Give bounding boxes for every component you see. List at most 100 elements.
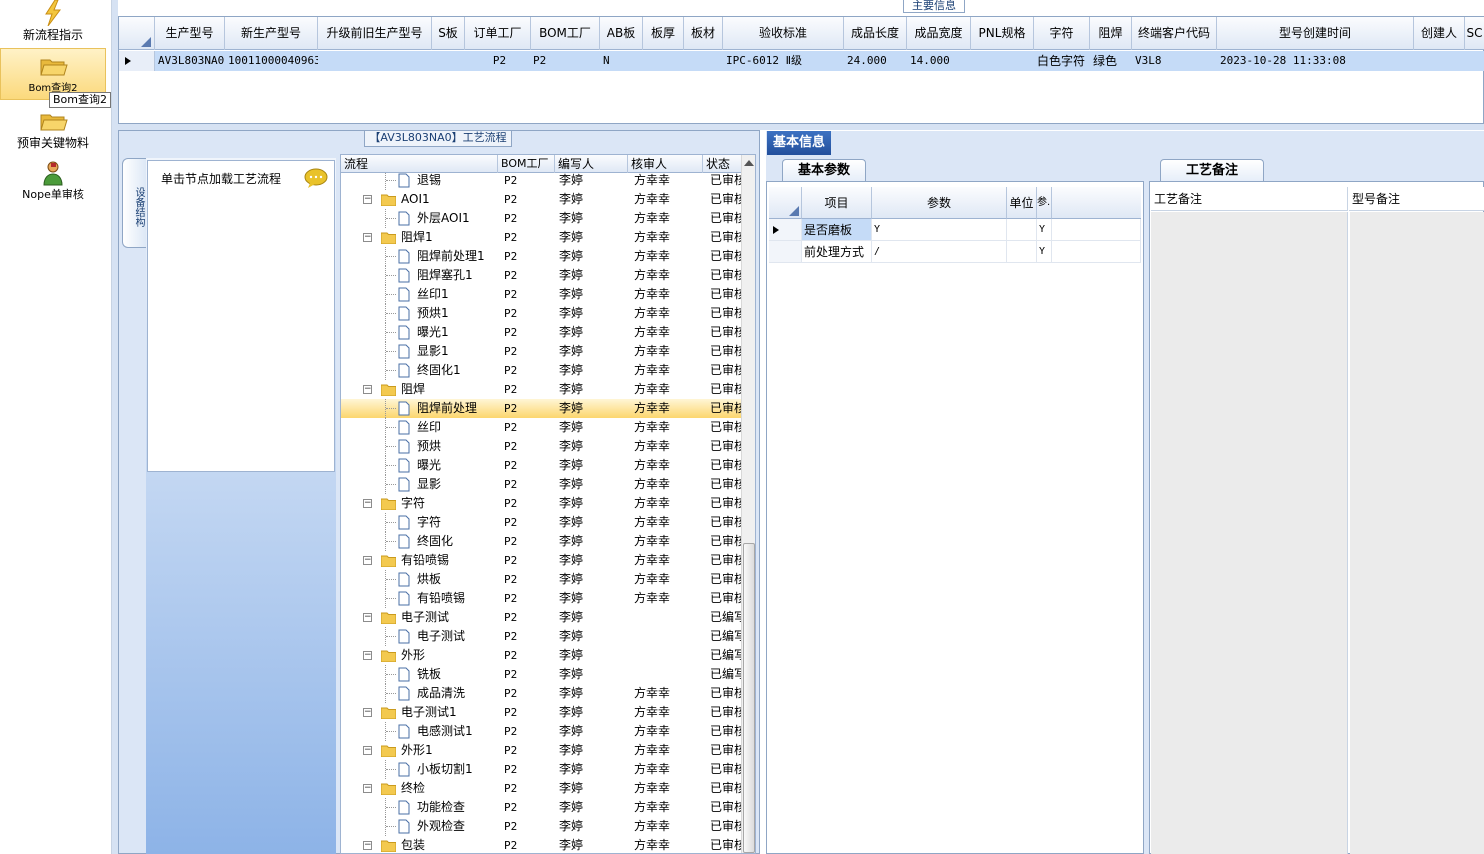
- collapse-icon[interactable]: −: [363, 613, 372, 622]
- col-header[interactable]: 成品长度: [844, 17, 907, 50]
- tree-row[interactable]: 有铅喷锡 P2 李婷 方幸幸 已审核: [341, 589, 743, 608]
- tree-row[interactable]: − 阻焊 P2 李婷 方幸幸 已审核: [341, 380, 743, 399]
- tree-row[interactable]: 曝光1 P2 李婷 方幸幸 已审核: [341, 323, 743, 342]
- tab-process-notes[interactable]: 工艺备注: [1160, 159, 1264, 181]
- col-header[interactable]: 流程: [341, 155, 498, 173]
- col-header[interactable]: 项目: [802, 187, 872, 219]
- tree-row[interactable]: 终固化 P2 李婷 方幸幸 已审核: [341, 532, 743, 551]
- col-header[interactable]: 型号创建时间: [1217, 17, 1414, 50]
- nav-item-prereview-materials[interactable]: 预审关键物料: [0, 108, 106, 154]
- cell-flag[interactable]: Y: [1037, 241, 1052, 263]
- col-header[interactable]: 参..: [1037, 187, 1052, 219]
- tree-row[interactable]: − 字符 P2 李婷 方幸幸 已审核: [341, 494, 743, 513]
- vertical-scrollbar[interactable]: [741, 155, 755, 853]
- collapse-icon[interactable]: −: [363, 233, 372, 242]
- tree-row[interactable]: 小板切割1 P2 李婷 方幸幸 已审核: [341, 760, 743, 779]
- col-header[interactable]: 板材: [684, 17, 723, 50]
- tree-row[interactable]: − 有铅喷锡 P2 李婷 方幸幸 已审核: [341, 551, 743, 570]
- col-header[interactable]: 成品宽度: [907, 17, 971, 50]
- cell-param[interactable]: /: [872, 241, 1007, 263]
- col-header[interactable]: 参数: [872, 187, 1007, 219]
- tree-row[interactable]: 显影1 P2 李婷 方幸幸 已审核: [341, 342, 743, 361]
- document-icon: [398, 762, 410, 777]
- tree-row[interactable]: 阻焊前处理1 P2 李婷 方幸幸 已审核: [341, 247, 743, 266]
- cell-empty: [1052, 219, 1141, 241]
- col-header[interactable]: 单位: [1007, 187, 1037, 219]
- tree-row[interactable]: − 外形1 P2 李婷 方幸幸 已审核: [341, 741, 743, 760]
- col-header[interactable]: 验收标准: [723, 17, 844, 50]
- tree-row[interactable]: 电感测试1 P2 李婷 方幸幸 已审核: [341, 722, 743, 741]
- cell-writer: 李婷: [559, 477, 584, 491]
- cell-item[interactable]: 是否磨板: [802, 219, 872, 241]
- cell-item[interactable]: 前处理方式: [802, 241, 872, 263]
- nav-item-nope-review[interactable]: Nope单审核: [0, 160, 106, 206]
- col-header[interactable]: SC: [1465, 17, 1484, 50]
- col-header[interactable]: 升级前旧生产型号: [318, 17, 432, 50]
- tree-row[interactable]: 预烘1 P2 李婷 方幸幸 已审核: [341, 304, 743, 323]
- col-header[interactable]: 编写人: [555, 155, 628, 173]
- tab-main-info[interactable]: 主要信息: [903, 0, 965, 13]
- collapse-icon[interactable]: −: [363, 499, 372, 508]
- collapse-icon[interactable]: −: [363, 556, 372, 565]
- col-header[interactable]: 核审人: [628, 155, 703, 173]
- tab-basic-info[interactable]: 基本信息: [767, 131, 831, 155]
- tree-row[interactable]: − 包装 P2 李婷 方幸幸 已审核: [341, 836, 743, 853]
- tree-row[interactable]: − AOI1 P2 李婷 方幸幸 已审核: [341, 190, 743, 209]
- nav-item-new-process[interactable]: 新流程指示: [0, 0, 106, 46]
- collapse-icon[interactable]: −: [363, 385, 372, 394]
- speech-bubble-icon[interactable]: [304, 168, 328, 188]
- col-header[interactable]: 状态: [703, 155, 743, 173]
- tree-row[interactable]: − 电子测试1 P2 李婷 方幸幸 已审核: [341, 703, 743, 722]
- col-header[interactable]: BOM工厂: [498, 155, 555, 173]
- tab-basic-params[interactable]: 基本参数: [782, 159, 866, 181]
- col-header[interactable]: 字符: [1034, 17, 1090, 50]
- col-header[interactable]: AB板: [600, 17, 643, 50]
- collapse-icon[interactable]: −: [363, 708, 372, 717]
- tree-row[interactable]: 成品清洗 P2 李婷 方幸幸 已审核: [341, 684, 743, 703]
- tree-row[interactable]: 铣板 P2 李婷 已编写: [341, 665, 743, 684]
- tree-row[interactable]: 烘板 P2 李婷 方幸幸 已审核: [341, 570, 743, 589]
- col-header[interactable]: 新生产型号: [225, 17, 318, 50]
- tree-row[interactable]: − 终检 P2 李婷 方幸幸 已审核: [341, 779, 743, 798]
- cell-flag[interactable]: Y: [1037, 219, 1052, 241]
- col-header[interactable]: 板厚: [643, 17, 684, 50]
- col-header[interactable]: 终端客户代码: [1132, 17, 1217, 50]
- collapse-icon[interactable]: −: [363, 784, 372, 793]
- col-header[interactable]: PNL规格: [971, 17, 1034, 50]
- tree-row[interactable]: 外观检查 P2 李婷 方幸幸 已审核: [341, 817, 743, 836]
- tab-equipment-structure[interactable]: 设备结构: [122, 158, 146, 248]
- tree-row[interactable]: − 外形 P2 李婷 已编写: [341, 646, 743, 665]
- col-header[interactable]: S板: [432, 17, 465, 50]
- tree-row[interactable]: 功能检查 P2 李婷 方幸幸 已审核: [341, 798, 743, 817]
- model-note-textarea[interactable]: [1350, 212, 1484, 854]
- col-header[interactable]: 创建人: [1414, 17, 1465, 50]
- scrollbar-thumb[interactable]: [743, 543, 755, 853]
- tree-row[interactable]: 曝光 P2 李婷 方幸幸 已审核: [341, 456, 743, 475]
- tree-row[interactable]: − 电子测试 P2 李婷 已编写: [341, 608, 743, 627]
- col-header[interactable]: 阻焊: [1090, 17, 1132, 50]
- tree-row[interactable]: 退锡 P2 李婷 方幸幸 已审核: [341, 173, 743, 190]
- col-header[interactable]: 订单工厂: [465, 17, 531, 50]
- tree-row[interactable]: 电子测试 P2 李婷 已编写: [341, 627, 743, 646]
- tree-row[interactable]: 显影 P2 李婷 方幸幸 已审核: [341, 475, 743, 494]
- collapse-icon[interactable]: −: [363, 195, 372, 204]
- process-note-textarea[interactable]: [1151, 212, 1348, 854]
- tree-row[interactable]: 丝印 P2 李婷 方幸幸 已审核: [341, 418, 743, 437]
- tree-row[interactable]: 字符 P2 李婷 方幸幸 已审核: [341, 513, 743, 532]
- tree-row[interactable]: 阻焊塞孔1 P2 李婷 方幸幸 已审核: [341, 266, 743, 285]
- cell-unit[interactable]: [1007, 241, 1037, 263]
- collapse-icon[interactable]: −: [363, 746, 372, 755]
- cell-unit[interactable]: [1007, 219, 1037, 241]
- tree-row[interactable]: 阻焊前处理 P2 李婷 方幸幸 已审核: [341, 399, 743, 418]
- tree-row[interactable]: 终固化1 P2 李婷 方幸幸 已审核: [341, 361, 743, 380]
- tree-row[interactable]: 外层AOI1 P2 李婷 方幸幸 已审核: [341, 209, 743, 228]
- cell-param[interactable]: Y: [872, 219, 1007, 241]
- collapse-icon[interactable]: −: [363, 841, 372, 850]
- col-header[interactable]: BOM工厂: [531, 17, 600, 50]
- tree-row[interactable]: − 阻焊1 P2 李婷 方幸幸 已审核: [341, 228, 743, 247]
- collapse-icon[interactable]: −: [363, 651, 372, 660]
- col-header[interactable]: 生产型号: [155, 17, 225, 50]
- scroll-up-icon[interactable]: [743, 158, 755, 168]
- tree-row[interactable]: 丝印1 P2 李婷 方幸幸 已审核: [341, 285, 743, 304]
- tree-row[interactable]: 预烘 P2 李婷 方幸幸 已审核: [341, 437, 743, 456]
